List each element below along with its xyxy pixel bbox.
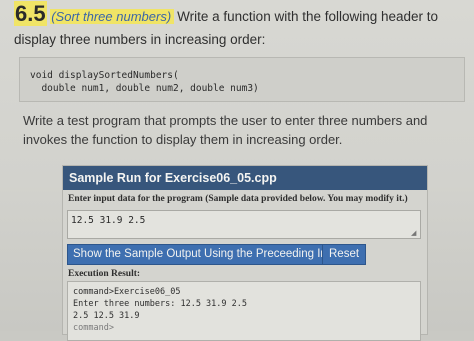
execution-result-label: Execution Result:: [68, 269, 141, 279]
problem-statement: 6.5 (Sort three numbers) Write a function…: [14, 1, 469, 51]
test-program-description: Write a test program that prompts the us…: [23, 113, 428, 147]
input-data-label: Enter input data for the program (Sample…: [68, 194, 408, 204]
show-sample-output-button[interactable]: Show the Sample Output Using the Preceed…: [67, 244, 349, 265]
reset-button[interactable]: Reset: [322, 244, 367, 265]
exercise-name: (Sort three numbers): [50, 9, 175, 24]
exercise-page: 6.5 (Sort three numbers) Write a function…: [0, 0, 474, 341]
result-line: 2.5 12.5 31.9: [73, 311, 140, 321]
result-line: Enter three numbers: 12.5 31.9 2.5: [73, 299, 247, 309]
input-data-field[interactable]: 12.5 31.9 2.5: [67, 210, 421, 239]
sample-run-title: Sample Run for Exercise06_05.cpp: [63, 166, 427, 190]
resize-grip-icon[interactable]: ◢: [411, 230, 416, 237]
exercise-number: 6.5: [14, 1, 47, 26]
result-line: command>: [73, 323, 114, 333]
execution-result-output: command>Exercise06_05 Enter three number…: [67, 281, 421, 341]
code-line: double num1, double num2, double num3): [30, 83, 259, 94]
code-line: void displaySortedNumbers(: [30, 70, 179, 81]
sample-run-panel: Sample Run for Exercise06_05.cpp Enter i…: [62, 165, 428, 341]
result-line: command>Exercise06_05: [73, 287, 181, 297]
function-header-code: void displaySortedNumbers( double num1, …: [19, 57, 465, 102]
